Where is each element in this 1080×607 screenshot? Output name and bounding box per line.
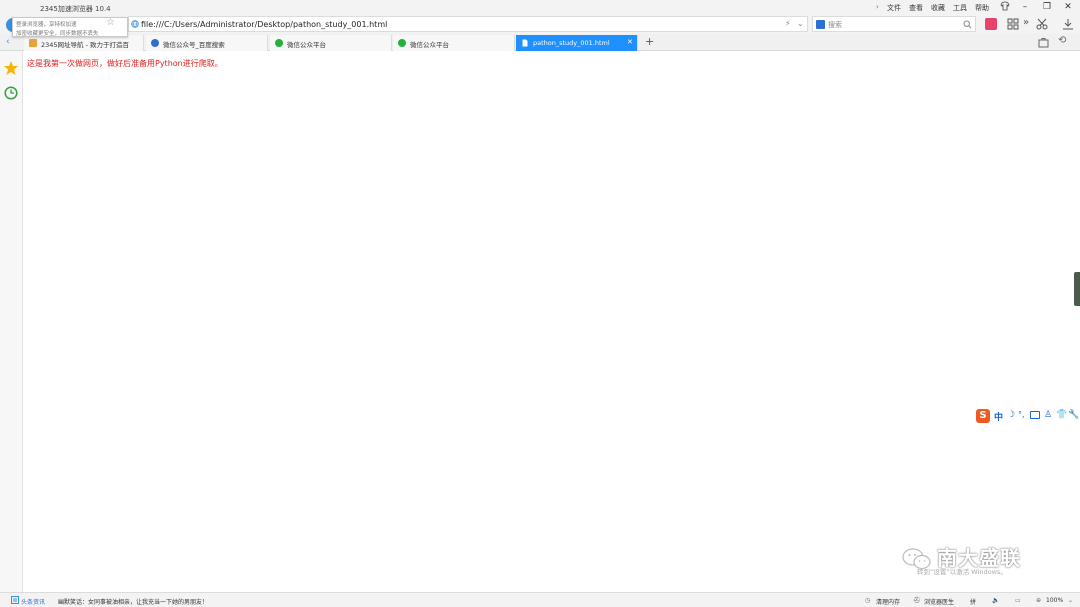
tab-2345-nav[interactable]: 2345网址导航 - 致力于打造百 [24, 35, 144, 51]
chevron-left-icon[interactable]: ‹ [6, 37, 10, 47]
sidebar [0, 51, 23, 592]
app-title: 2345加速浏览器 10.4 [40, 5, 111, 13]
wrench-icon[interactable]: 🔧 [1068, 410, 1079, 420]
watermark: 南大盛联 转到“设置”以激活 Windows。 [895, 540, 1055, 580]
news-icon [11, 596, 19, 604]
menu-help[interactable]: 帮助 [975, 3, 989, 13]
news-label[interactable]: 头条资讯 [21, 597, 45, 606]
menu-favorites[interactable]: 收藏 [931, 3, 945, 13]
restore-button[interactable]: ❐ [1040, 1, 1054, 14]
chevron-right-icon[interactable]: › [876, 3, 879, 11]
star-icon[interactable] [3, 60, 19, 76]
speaker-icon[interactable]: 🔈 [992, 597, 999, 604]
close-window-button[interactable]: ✕ [1061, 1, 1075, 14]
page-content-text: 这是我第一次做网页，做好后准备用Python进行爬取。 [27, 59, 223, 68]
toolbar-nav-cluster: ☆ [84, 16, 124, 32]
address-toolbar: file:///C:/Users/Administrator/Desktop/p… [0, 15, 1080, 34]
tab-wechat-1[interactable]: 微信公众平台 [270, 35, 392, 51]
search-engine-icon[interactable] [816, 20, 825, 29]
tab-bar: ‹ 2345网址导航 - 致力于打造百 微信公众号_百度搜索 微信公众平台 微信… [0, 34, 1080, 51]
2345-nav-icon [29, 39, 37, 47]
address-bar[interactable]: file:///C:/Users/Administrator/Desktop/p… [128, 16, 808, 32]
search-icon[interactable] [963, 20, 972, 29]
download-icon[interactable] [1062, 18, 1074, 30]
person-icon[interactable]: ♙ [1044, 410, 1052, 420]
ime-state[interactable]: 拼 [970, 597, 976, 606]
menu-tools[interactable]: 工具 [953, 3, 967, 13]
doctor-icon: ⛑ [913, 597, 921, 604]
skin-icon[interactable] [998, 1, 1012, 14]
sogou-logo-icon[interactable]: S [976, 409, 990, 423]
moon-icon[interactable]: ☽ [1007, 410, 1015, 420]
chevron-down-icon[interactable]: ⌄ [1068, 597, 1073, 604]
search-box[interactable]: 搜索 [812, 16, 976, 32]
menu-view[interactable]: 查看 [909, 3, 923, 13]
windows-activation-notice: 转到“设置”以激活 Windows。 [917, 568, 1007, 576]
tab-label: 2345网址导航 - 致力于打造百 [41, 41, 130, 49]
wechat-icon [398, 39, 406, 47]
tab-pathon-study[interactable]: pathon_study_001.html ✕ [516, 35, 638, 51]
tab-baidu-search[interactable]: 微信公众号_百度搜索 [146, 35, 268, 51]
more-icon[interactable]: » [1023, 17, 1029, 28]
punctuation-icon[interactable]: °, [1018, 410, 1025, 419]
clean-memory-button[interactable]: 清理内存 [876, 597, 900, 606]
bookmark-star-icon[interactable]: ☆ [106, 17, 115, 28]
chevron-down-icon[interactable]: ⌄ [797, 19, 804, 28]
zoom-icon[interactable]: ⊕ [1036, 597, 1041, 604]
side-panel-handle[interactable] [1074, 272, 1080, 306]
url-text[interactable]: file:///C:/Users/Administrator/Desktop/p… [141, 20, 387, 29]
browser-doctor-button[interactable]: 浏览器医生 [924, 597, 954, 606]
title-bar: 2345加速浏览器 10.4 文件 查看 收藏 工具 帮助 › – ❐ ✕ [0, 0, 1080, 15]
zoom-level[interactable]: 100% [1046, 597, 1063, 604]
tab-label: 微信公众平台 [410, 41, 449, 49]
wechat-icon [275, 39, 283, 47]
menu-file[interactable]: 文件 [887, 3, 901, 13]
ime-toolbar[interactable]: S 中 ☽ °, ♙ 👕 🔧 [976, 409, 1080, 423]
tab-label: 微信公众平台 [287, 41, 326, 49]
clock-icon: ◷ [865, 597, 871, 604]
scissors-icon[interactable] [1036, 18, 1048, 30]
keyboard-icon[interactable] [1030, 411, 1040, 419]
briefcase-icon[interactable] [1038, 37, 1049, 48]
ime-mode-chinese[interactable]: 中 [994, 410, 1003, 423]
undo-icon[interactable]: ⟲ [1058, 35, 1066, 46]
tab-label: 微信公众号_百度搜索 [163, 41, 225, 49]
tab-wechat-2[interactable]: 微信公众平台 [393, 35, 515, 51]
window-icon[interactable]: ▭ [1015, 597, 1021, 604]
shirt-icon[interactable]: 👕 [1056, 410, 1067, 420]
new-tab-button[interactable]: + [645, 35, 654, 48]
apps-grid-icon[interactable] [1007, 18, 1019, 30]
minimize-button[interactable]: – [1018, 1, 1032, 14]
news-app-icon[interactable] [985, 18, 997, 30]
tab-label: pathon_study_001.html [533, 39, 610, 47]
status-bar: 头条资讯 幽默笑话：女同事被油相亲，让我充当一下她的男朋友！ ◷ 清理内存 ⛑ … [0, 592, 1080, 607]
globe-icon [131, 20, 139, 28]
baidu-paw-icon [151, 39, 159, 47]
search-placeholder[interactable]: 搜索 [828, 20, 842, 30]
news-ticker[interactable]: 幽默笑话：女同事被油相亲，让我充当一下她的男朋友！ [58, 597, 208, 606]
history-clock-icon[interactable] [4, 86, 18, 100]
lightning-icon[interactable]: ⚡ [785, 19, 791, 28]
tooltip-line: 登录浏览器，享特权加速 [16, 22, 77, 28]
close-tab-icon[interactable]: ✕ [627, 38, 633, 46]
document-icon [522, 39, 528, 47]
